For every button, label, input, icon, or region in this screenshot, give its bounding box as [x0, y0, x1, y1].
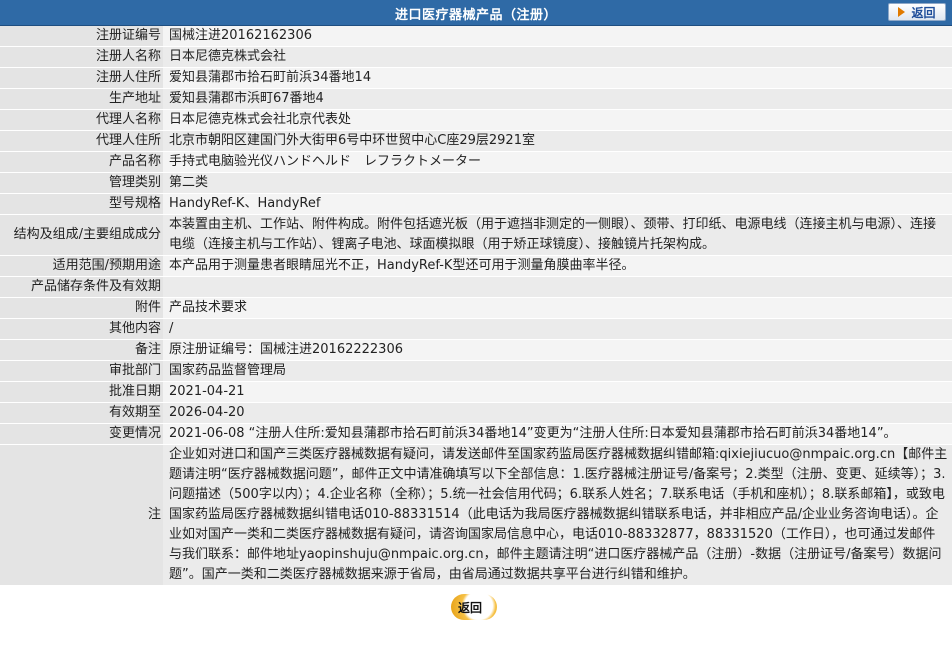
detail-table: 注册证编号 国械注进20162162306 注册人名称 日本尼德克株式会社 注册人住所爱… [0, 26, 952, 586]
table-row: 其他内容 / [0, 318, 952, 340]
field-label: 附件 [0, 297, 163, 319]
field-value: 日本尼德克株式会社北京代表处 [163, 109, 952, 131]
field-value: 本产品用于测量患者眼睛屈光不正，HandyRef-K型还可用于测量角膜曲率半径。 [163, 255, 952, 277]
table-row: 结构及组成/主要组成成分 本装置由主机、工作站、附件构成。附件包括遮光板（用于遮挡… [0, 214, 952, 256]
table-row: 审批部门 国家药品监督管理局 [0, 360, 952, 382]
field-value: 2021-04-21 [163, 381, 952, 403]
page-title: 进口医疗器械产品（注册） [394, 8, 557, 23]
table-row: 附件 产品技术要求 [0, 297, 952, 319]
field-value: 产品技术要求 [163, 297, 952, 319]
field-label: 其他内容 [0, 318, 163, 340]
field-label: 备注 [0, 339, 163, 361]
field-value: / [163, 318, 952, 340]
table-row: 备注 原注册证编号：国械注进20162222306 [0, 339, 952, 361]
field-label: 代理人名称 [0, 109, 163, 131]
table-row: 型号规格 HandyRef-K、HandyRef [0, 193, 952, 215]
table-row: 注册人名称 日本尼德克株式会社 [0, 46, 952, 68]
field-label: 管理类别 [0, 172, 163, 194]
back-button-top[interactable]: 返回 [888, 3, 946, 21]
title-bar: 进口医疗器械产品（注册） 返回 [0, 0, 952, 26]
table-row: 产品储存条件及有效期 [0, 276, 952, 298]
field-label: 审批部门 [0, 360, 163, 382]
field-value: 本装置由主机、工作站、附件构成。附件包括遮光板（用于遮挡非测定的一侧眼）、颈带、… [163, 214, 952, 256]
field-label: 代理人住所 [0, 130, 163, 152]
back-button-bottom[interactable]: 返回 [451, 594, 497, 620]
table-row: 注企业如对进口和国产三类医疗器械数据有疑问，请发送邮件至国家药监局医疗器械数据纠… [0, 444, 952, 586]
table-row: 注册证编号 国械注进20162162306 [0, 26, 952, 47]
field-value: 北京市朝阳区建国门外大街甲6号中环世贸中心C座29层2921室 [163, 130, 952, 152]
field-label: 注册人名称 [0, 46, 163, 68]
field-value: 日本尼德克株式会社 [163, 46, 952, 68]
table-row: 生产地址 爱知县蒲郡市浜町67番地4 [0, 88, 952, 110]
field-value: 国家药品监督管理局 [163, 360, 952, 382]
field-label: 产品储存条件及有效期 [0, 276, 163, 298]
field-value: 国械注进20162162306 [163, 26, 952, 47]
field-value: 企业如对进口和国产三类医疗器械数据有疑问，请发送邮件至国家药监局医疗器械数据纠错… [163, 444, 952, 586]
field-label: 批准日期 [0, 381, 163, 403]
back-button-bottom-label: 返回 [457, 600, 482, 615]
table-row: 适用范围/预期用途 本产品用于测量患者眼睛屈光不正，HandyRef-K型还可用于… [0, 255, 952, 277]
field-value: 爱知县蒲郡市拾石町前浜34番地14 [163, 67, 952, 89]
field-label: 有效期至 [0, 402, 163, 424]
field-label: 注 [0, 444, 163, 586]
arrow-right-icon [898, 7, 906, 17]
field-value: 手持式电脑验光仪ハンドヘルド レフラクトメーター [163, 151, 952, 173]
table-row: 批准日期 2021-04-21 [0, 381, 952, 403]
field-value [163, 276, 952, 298]
field-label: 结构及组成/主要组成成分 [0, 214, 163, 256]
field-label: 注册人住所 [0, 67, 163, 89]
footer: 返回 [0, 586, 952, 626]
field-value: HandyRef-K、HandyRef [163, 193, 952, 215]
field-value: 2021-06-08 “注册人住所:爱知县蒲郡市拾石町前浜34番地14”变更为“… [163, 423, 952, 445]
table-row: 有效期至 2026-04-20 [0, 402, 952, 424]
page: 进口医疗器械产品（注册） 返回 注册证编号 国械注进20162162306 注册人名… [0, 0, 952, 626]
field-value: 2026-04-20 [163, 402, 952, 424]
table-row: 注册人住所 爱知县蒲郡市拾石町前浜34番地14 [0, 67, 952, 89]
field-label: 生产地址 [0, 88, 163, 110]
field-label: 适用范围/预期用途 [0, 255, 163, 277]
table-row: 代理人名称 日本尼德克株式会社北京代表处 [0, 109, 952, 131]
field-label: 型号规格 [0, 193, 163, 215]
field-label: 产品名称 [0, 151, 163, 173]
field-value: 第二类 [163, 172, 952, 194]
table-row: 产品名称 手持式电脑验光仪ハンドヘルド レフラクトメーター [0, 151, 952, 173]
field-value: 爱知县蒲郡市浜町67番地4 [163, 88, 952, 110]
field-label: 注册证编号 [0, 26, 163, 47]
field-value: 原注册证编号：国械注进20162222306 [163, 339, 952, 361]
table-row: 变更情况 2021-06-08 “注册人住所:爱知县蒲郡市拾石町前浜34番地14”… [0, 423, 952, 445]
back-button-top-label: 返回 [911, 5, 936, 20]
field-label: 变更情况 [0, 423, 163, 445]
table-row: 管理类别 第二类 [0, 172, 952, 194]
table-row: 代理人住所 北京市朝阳区建国门外大街甲6号中环世贸中心C座29层2921室 [0, 130, 952, 152]
